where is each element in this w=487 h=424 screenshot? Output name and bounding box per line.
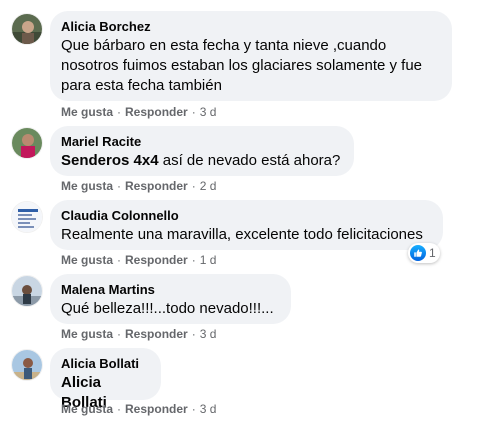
comment-text: Senderos 4x4 así de nevado está ahora? [61,152,341,169]
avatar[interactable] [11,349,43,381]
comment-timestamp[interactable]: 3 d [200,105,217,119]
like-button[interactable]: Me gusta [61,105,113,119]
separator: · [191,179,196,193]
reply-button[interactable]: Responder [125,179,188,193]
comment-bubble: Mariel Racite Senderos 4x4 así de nevado… [50,126,354,176]
separator: · [117,402,122,416]
comment-actions: Me gusta · Responder · 3 d [61,104,216,120]
comment-actions: Me gusta · Responder · 3 d [61,326,216,342]
comment-author[interactable]: Malena Martins [61,282,279,298]
separator: · [117,179,122,193]
comment-bubble: Alicia Bollati Alicia Bollati [50,348,161,411]
separator: · [191,327,196,341]
comment-timestamp[interactable]: 3 d [200,402,217,416]
avatar-photo-icon [12,128,42,158]
comment-bubble: Malena Martins Qué belleza!!!...todo nev… [50,274,291,324]
like-button[interactable]: Me gusta [61,179,113,193]
reply-button[interactable]: Responder [125,327,188,341]
comment-timestamp[interactable]: 3 d [200,327,217,341]
avatar[interactable] [11,201,43,233]
comment-actions: Me gusta · Responder · 3 d [61,401,216,417]
comment-author[interactable]: Mariel Racite [61,134,342,150]
comment-timestamp[interactable]: 2 d [200,179,217,193]
avatar-photo-icon [12,350,42,380]
reply-button[interactable]: Responder [125,253,188,267]
avatar[interactable] [11,275,43,307]
comment-text: Que bárbaro en esta fecha y tanta nieve … [61,37,423,94]
separator: · [117,105,122,119]
comment-author[interactable]: Claudia Colonnello [61,208,431,224]
reply-button[interactable]: Responder [125,402,188,416]
like-icon [410,245,426,261]
separator: · [117,253,122,267]
tagged-page-link[interactable]: Senderos 4x4 [61,152,159,169]
comment-bubble: Alicia Borchez Que bárbaro en esta fecha… [50,11,452,101]
like-button[interactable]: Me gusta [61,327,113,341]
separator: · [191,105,196,119]
reaction-badge[interactable]: 1 [408,243,440,263]
avatar[interactable] [11,127,43,159]
separator: · [117,327,122,341]
reply-button[interactable]: Responder [125,105,188,119]
like-button[interactable]: Me gusta [61,402,113,416]
comment-author[interactable]: Alicia Borchez [61,19,440,35]
comment-actions: Me gusta · Responder · 1 d [61,252,216,268]
reaction-count: 1 [429,246,436,260]
avatar-photo-icon [12,202,42,232]
separator: · [191,402,196,416]
comment-actions: Me gusta · Responder · 2 d [61,178,216,194]
avatar-photo-icon [12,276,42,306]
comment-timestamp[interactable]: 1 d [200,253,217,267]
comment-text: Realmente una maravilla, excelente todo … [61,226,423,243]
comment-bubble: Claudia Colonnello Realmente una maravil… [50,200,443,250]
comment-author[interactable]: Alicia Bollati [61,356,149,372]
avatar-photo-icon [12,14,42,44]
comment-text: Qué belleza!!!...todo nevado!!!... [61,300,274,317]
like-button[interactable]: Me gusta [61,253,113,267]
avatar[interactable] [11,13,43,45]
separator: · [191,253,196,267]
